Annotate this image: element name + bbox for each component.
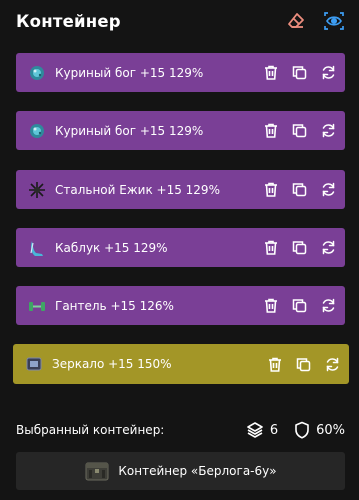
layers-icon	[247, 422, 263, 438]
steel-hedgehog-icon	[26, 179, 48, 201]
copy-icon[interactable]	[291, 122, 308, 139]
defense-percent: 60%	[316, 422, 345, 438]
swap-icon[interactable]	[320, 122, 337, 139]
copy-icon[interactable]	[291, 64, 308, 81]
item-label: Куриный бог +15 129%	[55, 123, 204, 138]
eye-icon[interactable]	[323, 10, 345, 32]
item-actions	[262, 64, 337, 81]
item-actions	[262, 239, 337, 256]
copy-icon[interactable]	[291, 297, 308, 314]
trash-icon[interactable]	[262, 239, 279, 256]
selected-container-row: Выбранный контейнер: 6 60%	[16, 418, 345, 442]
trash-icon[interactable]	[262, 122, 279, 139]
eraser-icon[interactable]	[285, 10, 307, 32]
item-row[interactable]: Куриный бог +15 129%	[16, 111, 345, 150]
copy-icon[interactable]	[291, 239, 308, 256]
chicken-god-icon	[26, 120, 48, 142]
item-row[interactable]: Гантель +15 126%	[16, 286, 345, 325]
dumbbell-icon	[26, 295, 48, 317]
item-actions	[262, 297, 337, 314]
item-actions	[262, 122, 337, 139]
trash-icon[interactable]	[266, 356, 283, 373]
item-row[interactable]: Каблук +15 129%	[16, 228, 345, 267]
trash-icon[interactable]	[262, 181, 279, 198]
container-card[interactable]: Контейнер «Берлога-6у»	[16, 452, 345, 490]
layers-count: 6	[269, 422, 279, 438]
item-label: Зеркало +15 150%	[52, 357, 172, 371]
item-row-selected[interactable]: Зеркало +15 150%	[13, 344, 349, 384]
defense-stat: 60%	[294, 421, 345, 439]
heel-icon	[26, 237, 48, 259]
item-label: Стальной Ежик +15 129%	[55, 182, 220, 197]
copy-icon[interactable]	[295, 356, 312, 373]
item-label: Куриный бог +15 129%	[55, 65, 204, 80]
item-actions	[262, 181, 337, 198]
swap-icon[interactable]	[320, 297, 337, 314]
page-title: Контейнер	[16, 11, 121, 31]
chicken-god-icon	[26, 62, 48, 84]
item-row[interactable]: Стальной Ежик +15 129%	[16, 170, 345, 209]
selected-container-label: Выбранный контейнер:	[16, 423, 165, 437]
swap-icon[interactable]	[324, 356, 341, 373]
header: Контейнер	[16, 8, 345, 34]
item-actions	[266, 356, 341, 373]
swap-icon[interactable]	[320, 239, 337, 256]
swap-icon[interactable]	[320, 64, 337, 81]
item-label: Гантель +15 126%	[55, 298, 174, 313]
item-label: Каблук +15 129%	[55, 240, 168, 255]
swap-icon[interactable]	[320, 181, 337, 198]
shield-icon	[295, 421, 309, 439]
trash-icon[interactable]	[262, 297, 279, 314]
container-chest-icon	[84, 458, 110, 484]
header-actions	[285, 10, 345, 32]
layers-stat: 6	[246, 421, 278, 439]
mirror-icon	[23, 353, 45, 375]
copy-icon[interactable]	[291, 181, 308, 198]
item-row[interactable]: Куриный бог +15 129%	[16, 53, 345, 92]
trash-icon[interactable]	[262, 64, 279, 81]
container-name: Контейнер «Берлога-6у»	[118, 464, 277, 478]
